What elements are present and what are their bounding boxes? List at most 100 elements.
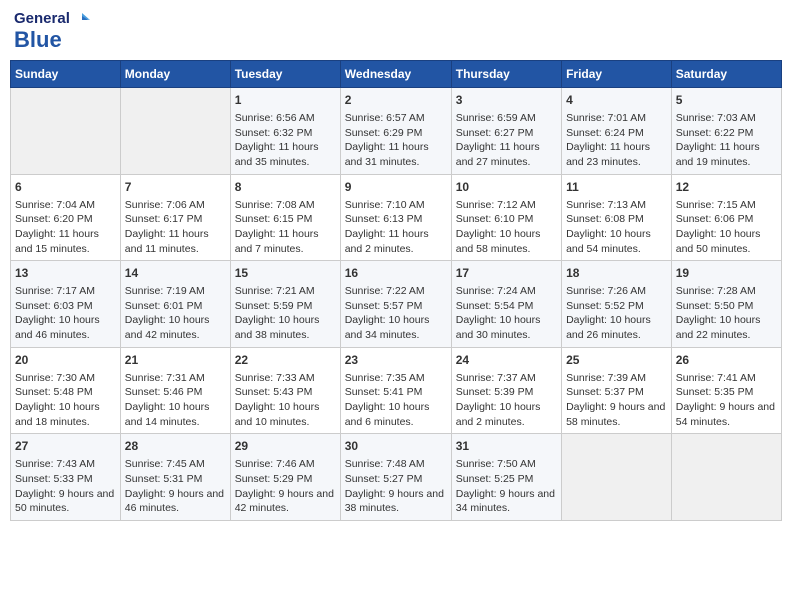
calendar-cell: 10 Sunrise: 7:12 AM Sunset: 6:10 PM Dayli… — [451, 174, 561, 261]
logo-bird-icon — [72, 10, 90, 28]
weekday-header-thursday: Thursday — [451, 61, 561, 88]
day-number: 14 — [125, 265, 226, 282]
day-info: Sunrise: 7:04 AM Sunset: 6:20 PM Dayligh… — [15, 198, 116, 257]
day-info: Sunrise: 7:31 AM Sunset: 5:46 PM Dayligh… — [125, 371, 226, 430]
day-info: Sunrise: 7:24 AM Sunset: 5:54 PM Dayligh… — [456, 284, 557, 343]
calendar-cell: 31 Sunrise: 7:50 AM Sunset: 5:25 PM Dayli… — [451, 434, 561, 521]
calendar-cell: 18Sunrise: 7:26 AM Sunset: 5:52 PM Dayli… — [562, 261, 672, 348]
calendar-week-row: 13 Sunrise: 7:17 AM Sunset: 6:03 PM Dayli… — [11, 261, 782, 348]
calendar-cell: 26 Sunrise: 7:41 AM Sunset: 5:35 PM Dayli… — [671, 347, 781, 434]
day-number: 29 — [235, 438, 336, 455]
calendar-cell: 8Sunrise: 7:08 AM Sunset: 6:15 PM Daylig… — [230, 174, 340, 261]
calendar-cell — [11, 88, 121, 175]
calendar-cell: 19 Sunrise: 7:28 AM Sunset: 5:50 PM Dayli… — [671, 261, 781, 348]
calendar-cell: 28 Sunrise: 7:45 AM Sunset: 5:31 PM Dayli… — [120, 434, 230, 521]
day-info: Sunrise: 7:22 AM Sunset: 5:57 PM Dayligh… — [345, 284, 447, 343]
calendar-cell: 7Sunrise: 7:06 AM Sunset: 6:17 PM Daylig… — [120, 174, 230, 261]
day-number: 7 — [125, 179, 226, 196]
calendar-cell: 29 Sunrise: 7:46 AM Sunset: 5:29 PM Dayli… — [230, 434, 340, 521]
day-info: Sunrise: 7:48 AM Sunset: 5:27 PM Dayligh… — [345, 457, 447, 516]
day-info: Sunrise: 7:03 AM Sunset: 6:22 PM Dayligh… — [676, 111, 777, 170]
logo-general: General — [14, 11, 70, 28]
day-number: 28 — [125, 438, 226, 455]
day-number: 17 — [456, 265, 557, 282]
calendar-cell: 6 Sunrise: 7:04 AM Sunset: 6:20 PM Daylig… — [11, 174, 121, 261]
page-header: General Blue — [10, 10, 782, 52]
calendar-week-row: 27Sunrise: 7:43 AM Sunset: 5:33 PM Dayli… — [11, 434, 782, 521]
day-number: 23 — [345, 352, 447, 369]
calendar-cell: 25 Sunrise: 7:39 AM Sunset: 5:37 PM Dayli… — [562, 347, 672, 434]
calendar-cell: 11 Sunrise: 7:13 AM Sunset: 6:08 PM Dayli… — [562, 174, 672, 261]
calendar-cell: 12 Sunrise: 7:15 AM Sunset: 6:06 PM Dayli… — [671, 174, 781, 261]
calendar-cell: 14 Sunrise: 7:19 AM Sunset: 6:01 PM Dayli… — [120, 261, 230, 348]
day-info: Sunrise: 7:41 AM Sunset: 5:35 PM Dayligh… — [676, 371, 777, 430]
calendar-cell: 16 Sunrise: 7:22 AM Sunset: 5:57 PM Dayli… — [340, 261, 451, 348]
logo: General Blue — [14, 10, 90, 52]
calendar-cell: 2Sunrise: 6:57 AM Sunset: 6:29 PM Daylig… — [340, 88, 451, 175]
day-info: Sunrise: 7:45 AM Sunset: 5:31 PM Dayligh… — [125, 457, 226, 516]
calendar-cell: 15 Sunrise: 7:21 AM Sunset: 5:59 PM Dayli… — [230, 261, 340, 348]
day-info: Sunrise: 7:39 AM Sunset: 5:37 PM Dayligh… — [566, 371, 667, 430]
calendar-cell: 22Sunrise: 7:33 AM Sunset: 5:43 PM Dayli… — [230, 347, 340, 434]
day-info: Sunrise: 7:13 AM Sunset: 6:08 PM Dayligh… — [566, 198, 667, 257]
day-number: 19 — [676, 265, 777, 282]
calendar-cell — [562, 434, 672, 521]
calendar-week-row: 6 Sunrise: 7:04 AM Sunset: 6:20 PM Daylig… — [11, 174, 782, 261]
weekday-header-wednesday: Wednesday — [340, 61, 451, 88]
day-info: Sunrise: 6:57 AM Sunset: 6:29 PM Dayligh… — [345, 111, 447, 170]
weekday-header-row: SundayMondayTuesdayWednesdayThursdayFrid… — [11, 61, 782, 88]
weekday-header-saturday: Saturday — [671, 61, 781, 88]
calendar-week-row: 1 Sunrise: 6:56 AM Sunset: 6:32 PM Daylig… — [11, 88, 782, 175]
calendar-cell: 9 Sunrise: 7:10 AM Sunset: 6:13 PM Daylig… — [340, 174, 451, 261]
day-number: 1 — [235, 92, 336, 109]
day-info: Sunrise: 7:35 AM Sunset: 5:41 PM Dayligh… — [345, 371, 447, 430]
day-number: 24 — [456, 352, 557, 369]
calendar-cell — [671, 434, 781, 521]
calendar-cell: 5 Sunrise: 7:03 AM Sunset: 6:22 PM Daylig… — [671, 88, 781, 175]
day-info: Sunrise: 7:33 AM Sunset: 5:43 PM Dayligh… — [235, 371, 336, 430]
day-info: Sunrise: 7:19 AM Sunset: 6:01 PM Dayligh… — [125, 284, 226, 343]
day-info: Sunrise: 7:26 AM Sunset: 5:52 PM Dayligh… — [566, 284, 667, 343]
day-number: 11 — [566, 179, 667, 196]
day-number: 6 — [15, 179, 116, 196]
day-info: Sunrise: 7:12 AM Sunset: 6:10 PM Dayligh… — [456, 198, 557, 257]
day-info: Sunrise: 7:17 AM Sunset: 6:03 PM Dayligh… — [15, 284, 116, 343]
day-number: 9 — [345, 179, 447, 196]
calendar-cell — [120, 88, 230, 175]
day-info: Sunrise: 7:21 AM Sunset: 5:59 PM Dayligh… — [235, 284, 336, 343]
calendar-table: SundayMondayTuesdayWednesdayThursdayFrid… — [10, 60, 782, 521]
calendar-cell: 4 Sunrise: 7:01 AM Sunset: 6:24 PM Daylig… — [562, 88, 672, 175]
day-number: 5 — [676, 92, 777, 109]
day-number: 10 — [456, 179, 557, 196]
day-number: 26 — [676, 352, 777, 369]
day-number: 4 — [566, 92, 667, 109]
day-info: Sunrise: 7:46 AM Sunset: 5:29 PM Dayligh… — [235, 457, 336, 516]
calendar-cell: 17 Sunrise: 7:24 AM Sunset: 5:54 PM Dayli… — [451, 261, 561, 348]
day-info: Sunrise: 6:59 AM Sunset: 6:27 PM Dayligh… — [456, 111, 557, 170]
weekday-header-tuesday: Tuesday — [230, 61, 340, 88]
day-info: Sunrise: 7:28 AM Sunset: 5:50 PM Dayligh… — [676, 284, 777, 343]
day-number: 16 — [345, 265, 447, 282]
day-info: Sunrise: 7:10 AM Sunset: 6:13 PM Dayligh… — [345, 198, 447, 257]
day-info: Sunrise: 6:56 AM Sunset: 6:32 PM Dayligh… — [235, 111, 336, 170]
day-number: 21 — [125, 352, 226, 369]
day-info: Sunrise: 7:01 AM Sunset: 6:24 PM Dayligh… — [566, 111, 667, 170]
calendar-cell: 1 Sunrise: 6:56 AM Sunset: 6:32 PM Daylig… — [230, 88, 340, 175]
day-number: 12 — [676, 179, 777, 196]
day-number: 20 — [15, 352, 116, 369]
day-number: 15 — [235, 265, 336, 282]
day-number: 13 — [15, 265, 116, 282]
logo-blue: Blue — [14, 28, 90, 52]
calendar-cell: 21 Sunrise: 7:31 AM Sunset: 5:46 PM Dayli… — [120, 347, 230, 434]
day-info: Sunrise: 7:15 AM Sunset: 6:06 PM Dayligh… — [676, 198, 777, 257]
calendar-cell: 23 Sunrise: 7:35 AM Sunset: 5:41 PM Dayli… — [340, 347, 451, 434]
day-info: Sunrise: 7:08 AM Sunset: 6:15 PM Dayligh… — [235, 198, 336, 257]
day-info: Sunrise: 7:50 AM Sunset: 5:25 PM Dayligh… — [456, 457, 557, 516]
calendar-week-row: 20Sunrise: 7:30 AM Sunset: 5:48 PM Dayli… — [11, 347, 782, 434]
day-number: 31 — [456, 438, 557, 455]
day-number: 25 — [566, 352, 667, 369]
calendar-cell: 30Sunrise: 7:48 AM Sunset: 5:27 PM Dayli… — [340, 434, 451, 521]
weekday-header-monday: Monday — [120, 61, 230, 88]
calendar-cell: 20Sunrise: 7:30 AM Sunset: 5:48 PM Dayli… — [11, 347, 121, 434]
weekday-header-friday: Friday — [562, 61, 672, 88]
